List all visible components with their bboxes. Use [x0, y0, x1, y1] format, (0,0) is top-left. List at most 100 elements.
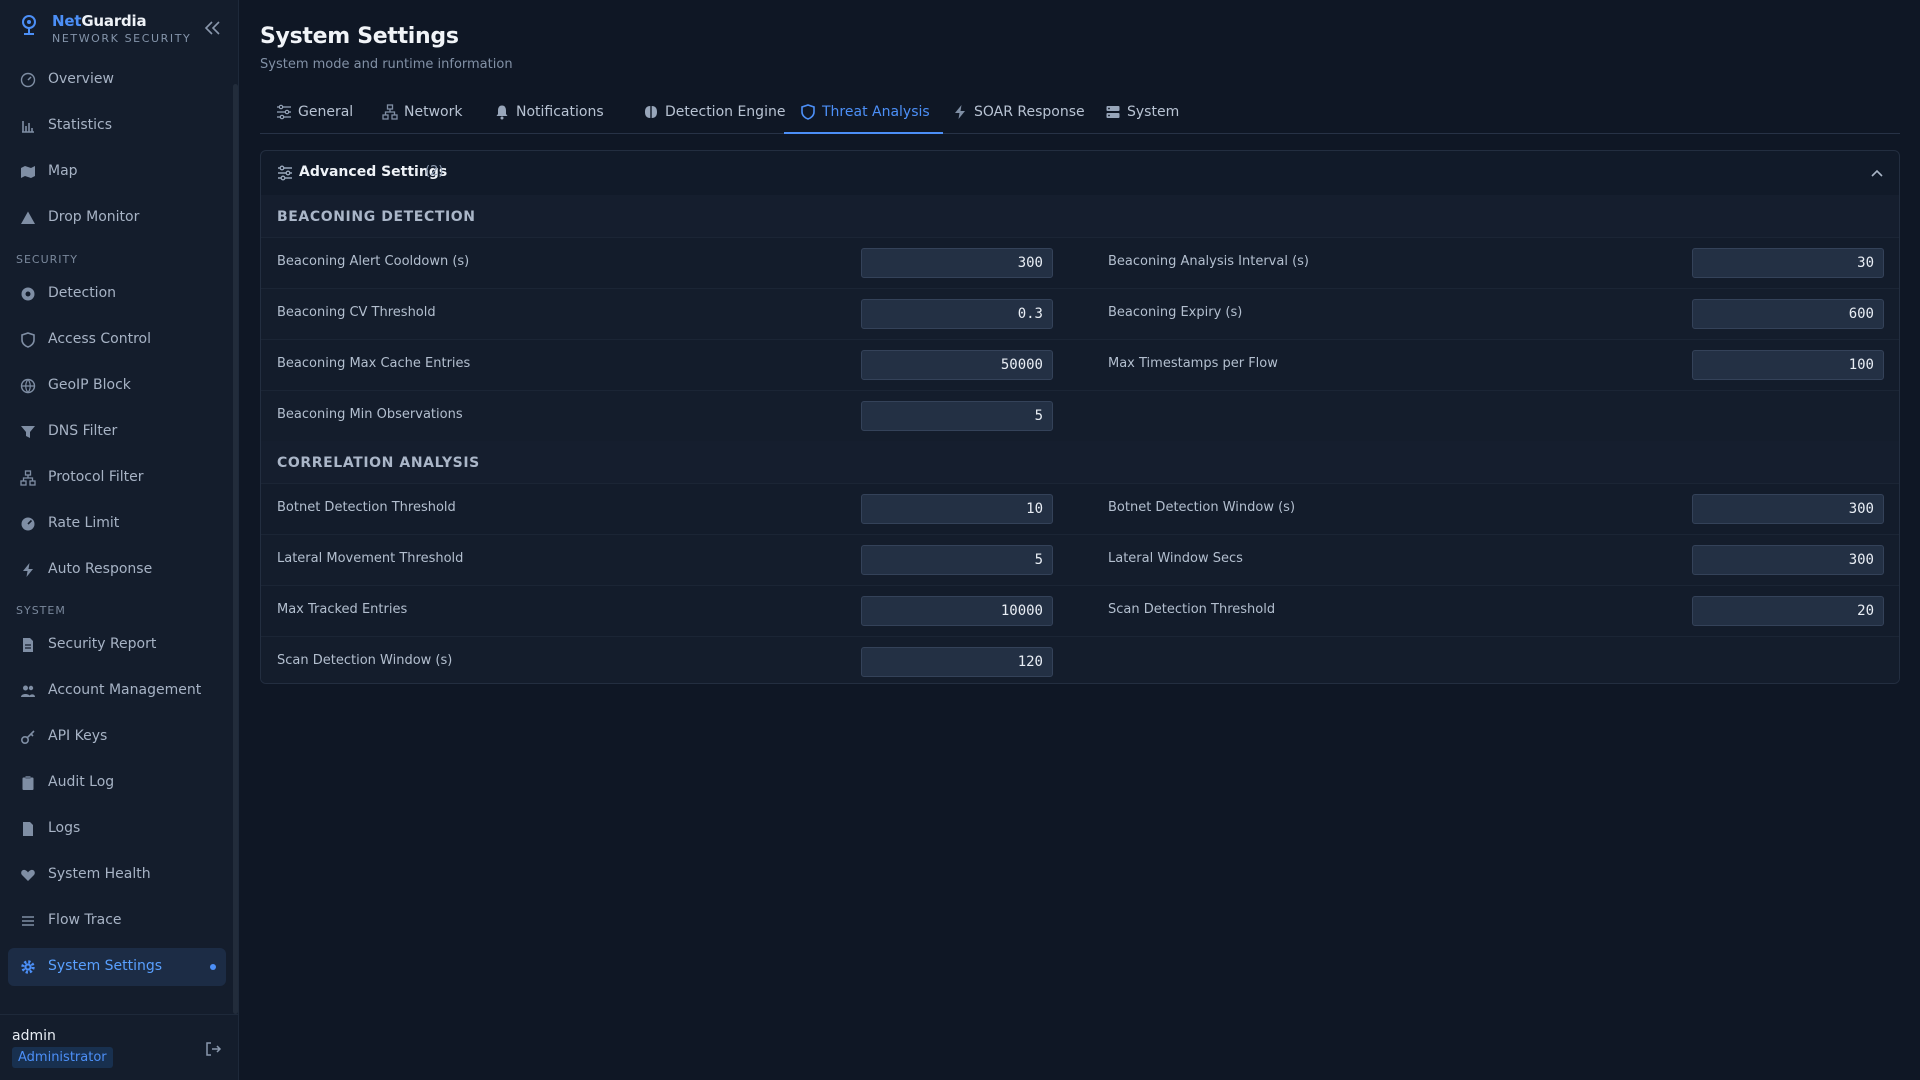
setting-label: Beaconing Max Cache Entries [277, 356, 471, 371]
section-header-beaconing: BEACONING DETECTION [261, 195, 1899, 237]
sidebar-item-label: Flow Trace [48, 912, 122, 928]
tab-label: General [298, 104, 354, 120]
user-block: admin Administrator [0, 1014, 239, 1080]
sidebar-item-access-control[interactable]: Access Control [8, 321, 226, 359]
setting-label: Beaconing CV Threshold [277, 305, 436, 320]
setting-input[interactable] [861, 248, 1053, 278]
sidebar-item-protocol-filter[interactable]: Protocol Filter [8, 459, 226, 497]
chevrons-left-icon [204, 21, 220, 35]
setting-label: Max Tracked Entries [277, 602, 408, 617]
setting-input[interactable] [861, 545, 1053, 575]
setting-label: Beaconing Min Observations [277, 407, 463, 422]
sidebar-item-label: System Health [48, 866, 151, 882]
logout-button[interactable] [204, 1040, 222, 1058]
tab-soar-response[interactable]: SOAR Response [936, 94, 1085, 134]
brand: NetGuardia NETWORK SECURITY [20, 12, 230, 48]
tab-label: SOAR Response [974, 104, 1085, 120]
setting-label: Beaconing Analysis Interval (s) [1108, 254, 1309, 269]
user-name: admin [12, 1028, 56, 1044]
tab-system[interactable]: System [1089, 94, 1181, 134]
settings-tabs: General Network Notifications Detection Eng… [260, 94, 1900, 134]
sidebar-item-label: Security Report [48, 636, 157, 652]
setting-input[interactable] [1692, 545, 1884, 575]
sidebar-item-system-health[interactable]: System Health [8, 856, 226, 894]
brand-name-prefix: Net [52, 12, 82, 30]
setting-input[interactable] [861, 494, 1053, 524]
list-icon [22, 916, 34, 926]
sidebar-item-account-management[interactable]: Account Management [8, 672, 226, 710]
sidebar-item-api-keys[interactable]: API Keys [8, 718, 226, 756]
setting-input[interactable] [1692, 350, 1884, 380]
sidebar-item-label: Statistics [48, 117, 112, 133]
panel-count: (2) [425, 164, 444, 179]
gauge-icon [20, 72, 36, 88]
sidebar-item-dns-filter[interactable]: DNS Filter [8, 413, 226, 451]
settings-row: Beaconing CV Threshold Beaconing Expiry (… [261, 288, 1899, 339]
tab-notifications[interactable]: Notifications [478, 94, 617, 134]
advanced-settings-header[interactable]: Advanced Settings (2) [261, 151, 1899, 195]
sidebar-item-label: DNS Filter [48, 423, 118, 439]
sidebar-item-audit-log[interactable]: Audit Log [8, 764, 226, 802]
sidebar-item-detection[interactable]: Detection [8, 275, 226, 313]
nav-section-security: SECURITY [16, 253, 78, 266]
heart-pulse-icon [21, 869, 35, 881]
setting-label: Beaconing Alert Cooldown (s) [277, 254, 470, 269]
setting-input[interactable] [861, 596, 1053, 626]
setting-input[interactable] [861, 350, 1053, 380]
tab-label: Notifications [516, 104, 604, 120]
setting-input[interactable] [1692, 596, 1884, 626]
advanced-settings-panel: Advanced Settings (2) BEACONING DETECTIO… [260, 150, 1900, 684]
sidebar-item-statistics[interactable]: Statistics [8, 107, 226, 145]
tab-detection-engine[interactable]: Detection Engine [627, 94, 785, 134]
setting-input[interactable] [1692, 494, 1884, 524]
setting-label: Botnet Detection Window (s) [1108, 500, 1296, 515]
collapse-sidebar-button[interactable] [202, 18, 224, 38]
sidebar-item-geoip-block[interactable]: GeoIP Block [8, 367, 226, 405]
page-subtitle: System mode and runtime information [260, 57, 513, 72]
sidebar: NetGuardia NETWORK SECURITY Overview Stat… [0, 0, 239, 1080]
setting-label: Botnet Detection Threshold [277, 500, 456, 515]
settings-row: Scan Detection Window (s) [261, 636, 1899, 683]
settings-row: Beaconing Min Observations [261, 390, 1899, 441]
sidebar-item-label: API Keys [48, 728, 108, 744]
setting-label: Scan Detection Threshold [1108, 602, 1276, 617]
section-title: BEACONING DETECTION [277, 209, 476, 225]
sidebar-item-label: Auto Response [48, 561, 153, 577]
sidebar-scrollbar[interactable] [233, 84, 238, 1014]
sidebar-item-flow-trace[interactable]: Flow Trace [8, 902, 226, 940]
sidebar-item-system-settings[interactable]: System Settings [8, 948, 226, 986]
shield-icon [801, 104, 815, 120]
setting-input[interactable] [861, 401, 1053, 431]
sidebar-item-label: System Settings [48, 958, 163, 974]
sidebar-item-label: Map [48, 163, 78, 179]
sidebar-item-label: Rate Limit [48, 515, 120, 531]
sidebar-item-logs[interactable]: Logs [8, 810, 226, 848]
setting-input[interactable] [1692, 299, 1884, 329]
sidebar-item-label: GeoIP Block [48, 377, 131, 393]
section-header-correlation: CORRELATION ANALYSIS [261, 441, 1899, 483]
settings-row: Beaconing Max Cache Entries Max Timestamp… [261, 339, 1899, 390]
tab-threat-analysis[interactable]: Threat Analysis [784, 94, 943, 134]
sidebar-item-security-report[interactable]: Security Report [8, 626, 226, 664]
setting-input[interactable] [861, 299, 1053, 329]
sidebar-item-overview[interactable]: Overview [8, 61, 226, 99]
network-icon [20, 470, 36, 486]
setting-input[interactable] [1692, 248, 1884, 278]
section-title: CORRELATION ANALYSIS [277, 455, 480, 471]
logout-icon [206, 1042, 222, 1056]
sidebar-item-label: Logs [48, 820, 81, 836]
sidebar-item-rate-limit[interactable]: Rate Limit [8, 505, 226, 543]
sidebar-item-drop-monitor[interactable]: Drop Monitor [8, 199, 226, 237]
tab-network[interactable]: Network [366, 94, 468, 134]
users-icon [21, 685, 35, 697]
chevron-up-icon [1871, 169, 1883, 177]
user-role-badge: Administrator [12, 1047, 113, 1068]
key-icon [20, 730, 35, 745]
globe-icon [20, 378, 36, 394]
sidebar-item-auto-response[interactable]: Auto Response [8, 551, 226, 589]
tab-general[interactable]: General [260, 94, 356, 134]
sidebar-item-map[interactable]: Map [8, 153, 226, 191]
sidebar-item-label: Audit Log [48, 774, 115, 790]
settings-row: Botnet Detection Threshold Botnet Detecti… [261, 483, 1899, 534]
setting-input[interactable] [861, 647, 1053, 677]
